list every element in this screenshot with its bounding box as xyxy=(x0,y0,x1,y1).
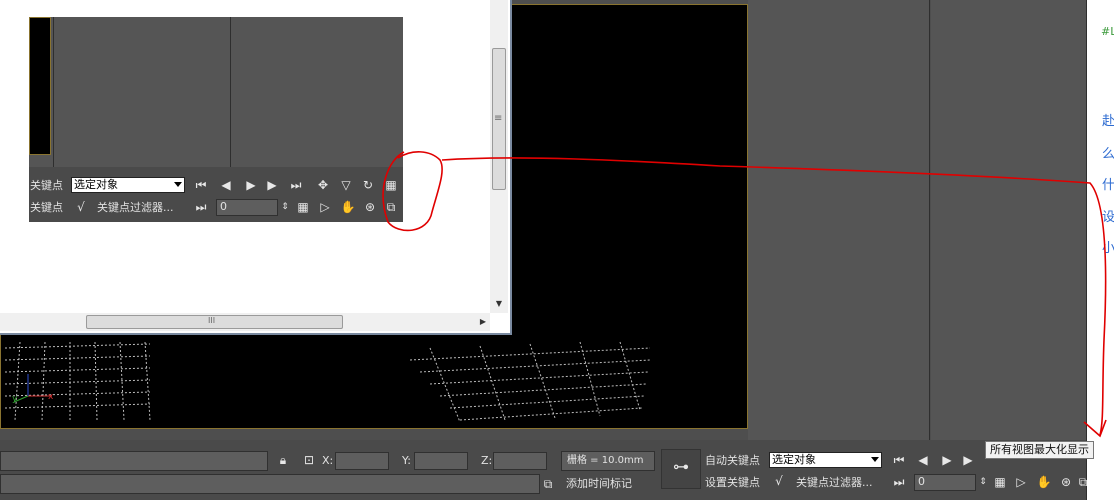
red-annotation xyxy=(382,151,1107,438)
